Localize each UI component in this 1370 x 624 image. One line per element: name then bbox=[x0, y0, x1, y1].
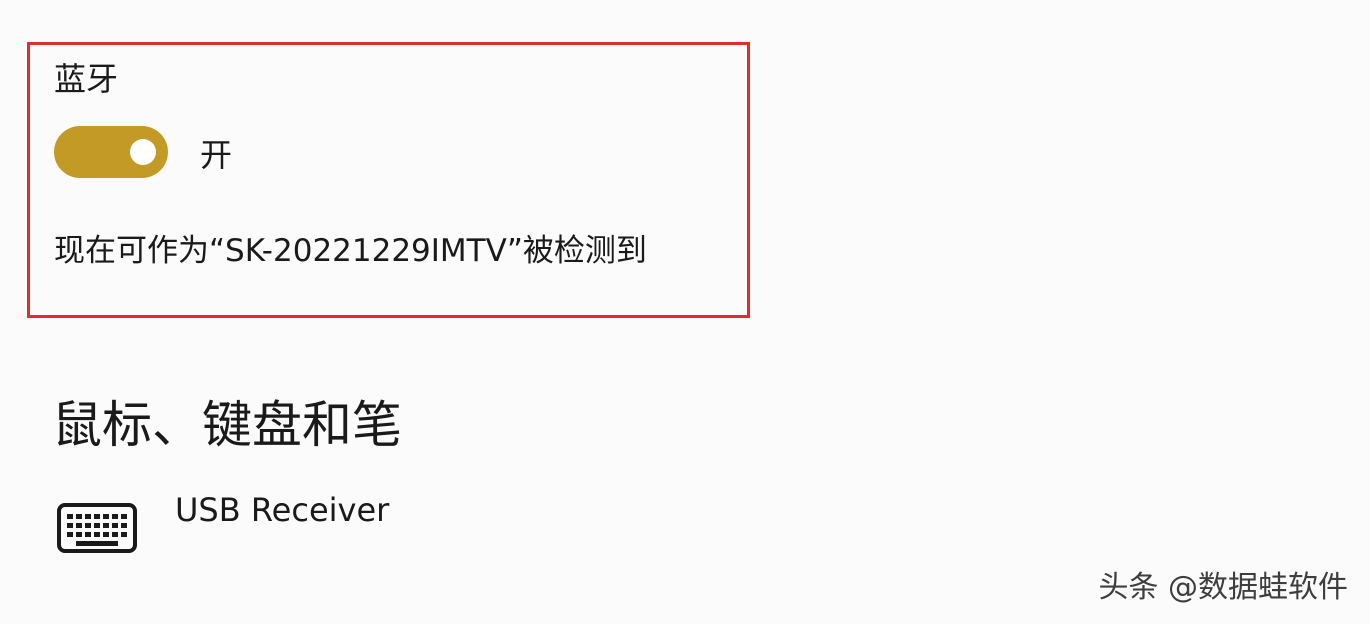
bluetooth-label: 蓝牙 bbox=[54, 60, 119, 98]
discoverable-status: 现在可作为“SK-20221229IMTV”被检测到 bbox=[54, 233, 647, 269]
bluetooth-toggle[interactable] bbox=[54, 126, 168, 178]
device-name: USB Receiver bbox=[175, 491, 390, 529]
watermark: 头条 @数据蛙软件 bbox=[1098, 570, 1348, 605]
keyboard-icon bbox=[57, 503, 137, 553]
toggle-knob bbox=[130, 139, 156, 165]
toggle-state-label: 开 bbox=[200, 136, 233, 174]
device-item-usb-receiver[interactable]: USB Receiver bbox=[50, 486, 470, 566]
highlight-box bbox=[27, 42, 750, 318]
section-heading: 鼠标、键盘和笔 bbox=[52, 396, 402, 454]
